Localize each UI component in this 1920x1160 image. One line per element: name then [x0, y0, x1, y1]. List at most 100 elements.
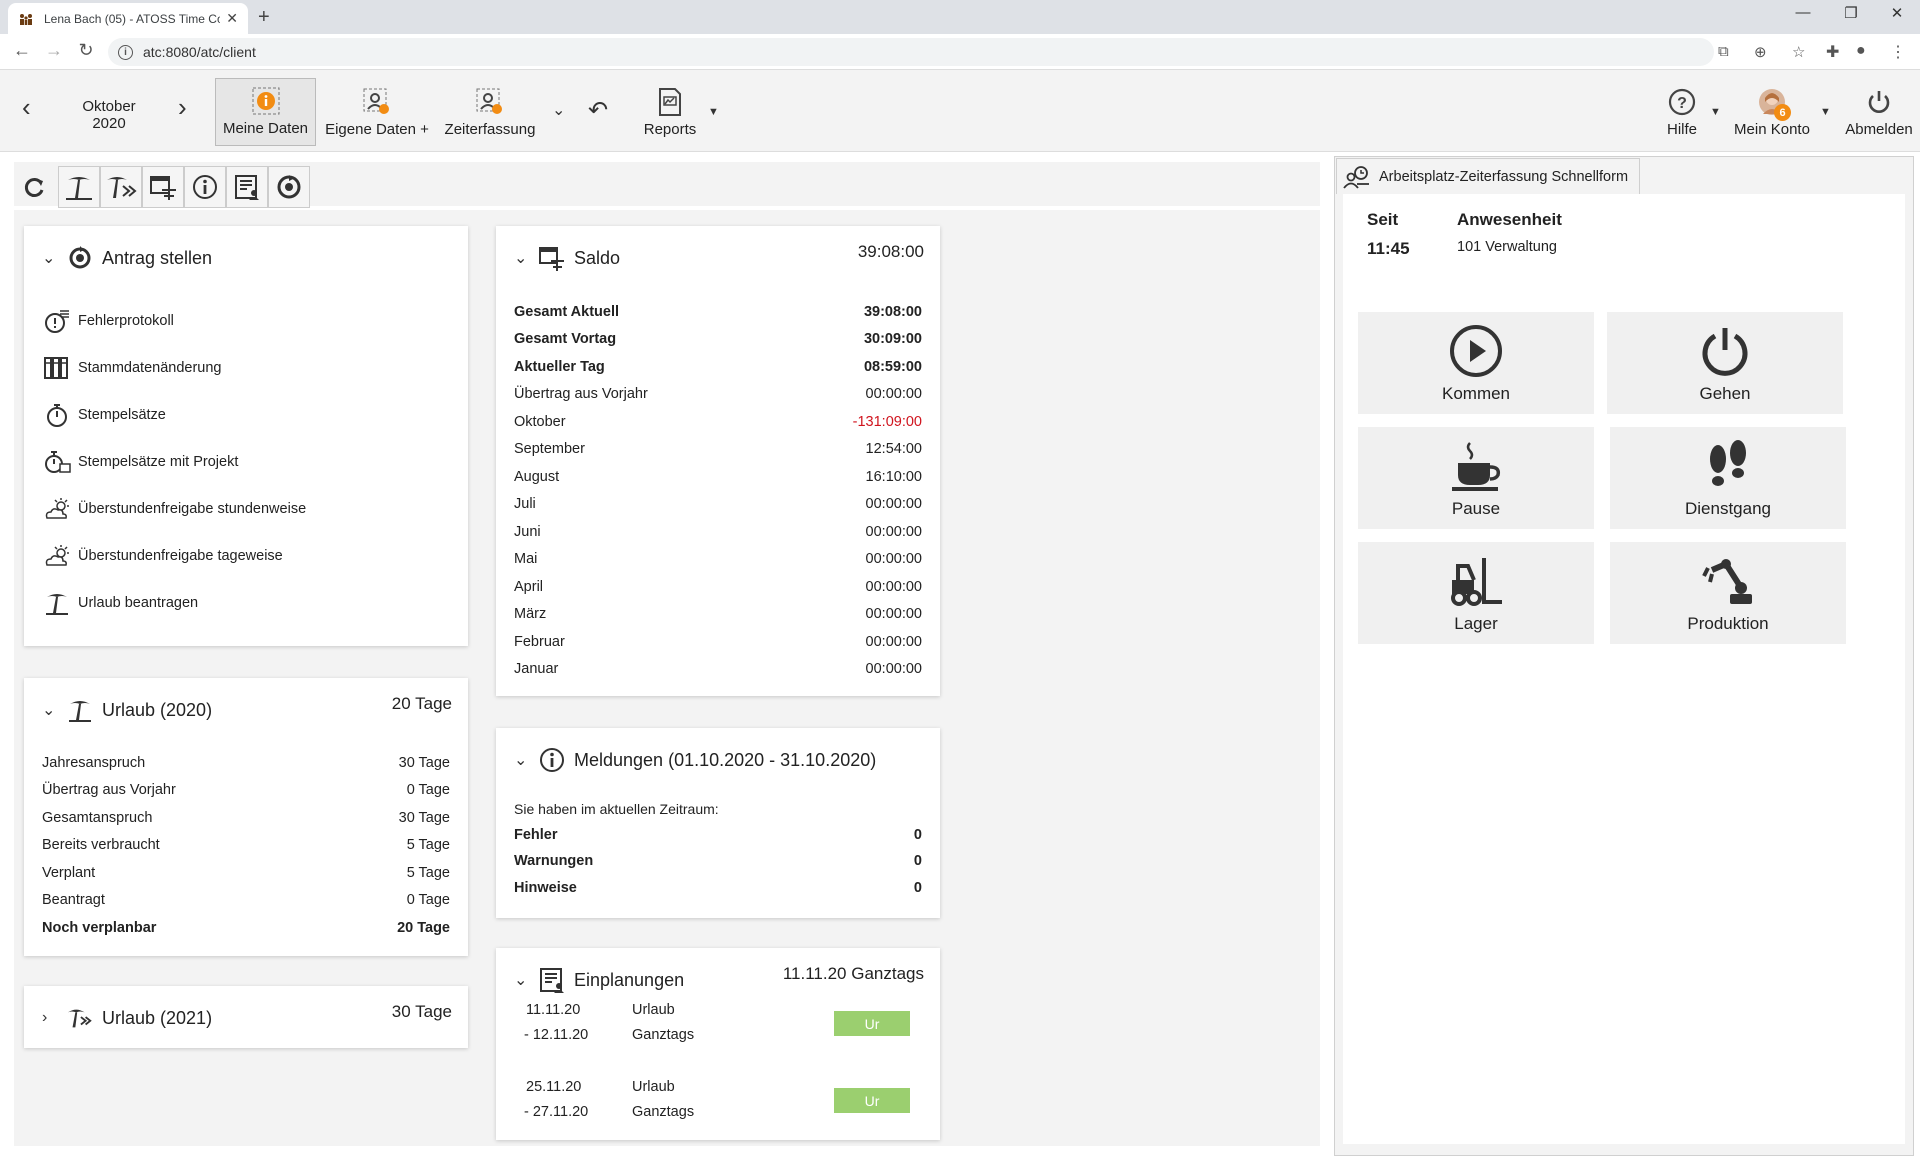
- row-label: Verplant: [42, 865, 96, 881]
- vacation-forward-icon[interactable]: [100, 166, 142, 208]
- row-value: 0: [913, 827, 922, 843]
- footprints-icon: [1700, 439, 1756, 493]
- row-value: 00:00:00: [865, 661, 922, 677]
- planning-list-icon[interactable]: [226, 166, 268, 208]
- row-value: 20 Tage: [397, 920, 450, 936]
- error-log-icon: [42, 306, 72, 336]
- request-icon[interactable]: [268, 166, 310, 208]
- kommen-button[interactable]: Kommen: [1358, 312, 1594, 414]
- app-toolbar: ‹ Oktober 2020 › Meine Daten Eigene Date…: [0, 70, 1920, 152]
- reports-dropdown-icon[interactable]: ▼: [708, 106, 719, 118]
- stempelsaetze-projekt-link[interactable]: Stempelsätze mit Projekt: [42, 447, 238, 477]
- entry-from: 11.11.20: [526, 1002, 581, 1018]
- konto-dropdown-icon[interactable]: ▼: [1820, 106, 1831, 118]
- browser-tabbar: Lena Bach (05) - ATOSS Time Co ✕ + — ❐ ✕: [0, 0, 1920, 34]
- dienstgang-label: Dienstgang: [1684, 499, 1771, 518]
- zoom-icon[interactable]: ⊕: [1754, 43, 1767, 61]
- undo-icon[interactable]: ↶: [588, 96, 608, 125]
- url-text: atc:8080/atc/client: [143, 44, 256, 60]
- gehen-button[interactable]: Gehen: [1607, 312, 1843, 414]
- row-label: Februar: [514, 634, 565, 650]
- power-icon: [1864, 87, 1894, 117]
- close-tab-icon[interactable]: ✕: [226, 10, 238, 27]
- urlaub-row: Beantragt 0 Tage: [42, 889, 450, 911]
- meine-daten-button[interactable]: Meine Daten: [215, 78, 316, 146]
- row-value: 30:09:00: [863, 331, 922, 347]
- reports-label: Reports: [643, 121, 697, 138]
- stempelsaetze-link[interactable]: Stempelsätze: [42, 400, 166, 430]
- info-icon[interactable]: [184, 166, 226, 208]
- restore-icon[interactable]: ❐: [1828, 4, 1874, 22]
- forward-icon[interactable]: →: [40, 40, 68, 61]
- meldungen-header[interactable]: ⌄ Meldungen (01.10.2020 - 31.10.2020): [514, 746, 876, 774]
- expand-chevron-icon[interactable]: ›: [42, 1009, 56, 1027]
- abmelden-label: Abmelden: [1845, 121, 1913, 138]
- zeiterfassung-tab[interactable]: Arbeitsplatz-Zeiterfassung Schnellform: [1336, 158, 1640, 194]
- row-value: 08:59:00: [863, 359, 922, 375]
- collapse-chevron-icon[interactable]: ⌄: [514, 750, 528, 770]
- profile-icon[interactable]: ●: [1856, 42, 1866, 60]
- lager-label: Lager: [1454, 614, 1498, 633]
- browser-tab-title: Lena Bach (05) - ATOSS Time Co: [44, 11, 221, 26]
- palm-tree-icon: [42, 588, 72, 618]
- einplanungen-value: 11.11.20 Ganztags: [782, 964, 924, 983]
- collapse-chevron-icon[interactable]: ⌄: [42, 248, 56, 268]
- user-clock-icon: [475, 87, 505, 117]
- prev-month-icon[interactable]: ‹: [22, 92, 31, 123]
- kommen-label: Kommen: [1441, 384, 1511, 403]
- einplanungen-header[interactable]: ⌄ Einplanungen: [514, 966, 684, 994]
- urlaub-2020-header[interactable]: ⌄ Urlaub (2020): [42, 696, 212, 724]
- entry-duration: Ganztags: [632, 1027, 695, 1043]
- reload-icon[interactable]: ↻: [72, 40, 100, 61]
- new-tab-icon[interactable]: +: [258, 6, 270, 29]
- row-value: 00:00:00: [865, 579, 922, 595]
- stammdaten-link[interactable]: Stammdatenänderung: [42, 353, 222, 383]
- robot-arm-icon: [1700, 554, 1756, 608]
- saldo-header[interactable]: ⌄ Saldo: [514, 244, 620, 272]
- open-external-icon[interactable]: ⧉: [1718, 43, 1729, 60]
- zeiterfassung-label: Zeiterfassung: [444, 121, 536, 138]
- urlaub-beantragen-link[interactable]: Urlaub beantragen: [42, 588, 198, 618]
- clock-user-icon: [1343, 165, 1371, 189]
- abmelden-button[interactable]: Abmelden: [1840, 78, 1918, 146]
- ueberstunden-tage-link[interactable]: Überstundenfreigabe tageweise: [42, 541, 283, 571]
- calendar-balance-icon[interactable]: [142, 166, 184, 208]
- fehlerprotokoll-link[interactable]: Fehlerprotokoll: [42, 306, 174, 336]
- bookmark-star-icon[interactable]: ☆: [1792, 43, 1805, 61]
- mein-konto-button[interactable]: 6 Mein Konto: [1726, 78, 1818, 146]
- stopwatch-icon: [42, 400, 72, 430]
- next-month-icon[interactable]: ›: [178, 92, 187, 123]
- antrag-header[interactable]: ⌄ Antrag stellen: [42, 244, 212, 272]
- collapse-chevron-icon[interactable]: ⌄: [514, 248, 528, 268]
- site-info-icon[interactable]: i: [118, 44, 133, 60]
- back-icon[interactable]: ←: [8, 40, 36, 61]
- play-icon: [1448, 324, 1504, 378]
- refresh-icon[interactable]: [14, 166, 56, 208]
- row-value: 0 Tage: [406, 892, 450, 908]
- hilfe-dropdown-icon[interactable]: ▼: [1710, 106, 1721, 118]
- ueberstunden-stunden-link[interactable]: Überstundenfreigabe stundenweise: [42, 494, 306, 524]
- hilfe-button[interactable]: ? Hilfe: [1656, 78, 1708, 146]
- eigene-daten-button[interactable]: Eigene Daten +: [322, 78, 432, 146]
- browser-menu-icon[interactable]: ⋮: [1890, 42, 1906, 62]
- vacation-icon[interactable]: [58, 166, 100, 208]
- collapse-chevron-icon[interactable]: ⌄: [514, 970, 528, 990]
- zeiterfassung-dropdown-icon[interactable]: ⌄: [552, 100, 565, 120]
- ur-tag: Ur: [834, 1011, 910, 1036]
- extensions-icon[interactable]: ✚: [1826, 42, 1839, 62]
- reports-button[interactable]: Reports: [638, 78, 702, 146]
- urlaub-2021-value: 30 Tage: [391, 1002, 452, 1021]
- pause-button[interactable]: Pause: [1358, 427, 1594, 529]
- zeiterfassung-button[interactable]: Zeiterfassung: [440, 78, 540, 146]
- minimize-icon[interactable]: —: [1780, 4, 1826, 21]
- seit-label: Seit: [1367, 210, 1399, 229]
- collapse-chevron-icon[interactable]: ⌄: [42, 700, 56, 720]
- produktion-button[interactable]: Produktion: [1610, 542, 1846, 644]
- browser-tab[interactable]: Lena Bach (05) - ATOSS Time Co ✕: [8, 3, 248, 34]
- month-name: Oktober: [82, 98, 136, 115]
- lager-button[interactable]: Lager: [1358, 542, 1594, 644]
- url-bar[interactable]: i atc:8080/atc/client ⧉ ⊕ ☆: [108, 38, 1805, 66]
- close-window-icon[interactable]: ✕: [1874, 4, 1920, 22]
- dienstgang-button[interactable]: Dienstgang: [1610, 427, 1846, 529]
- urlaub-2021-header[interactable]: › Urlaub (2021): [42, 1004, 212, 1032]
